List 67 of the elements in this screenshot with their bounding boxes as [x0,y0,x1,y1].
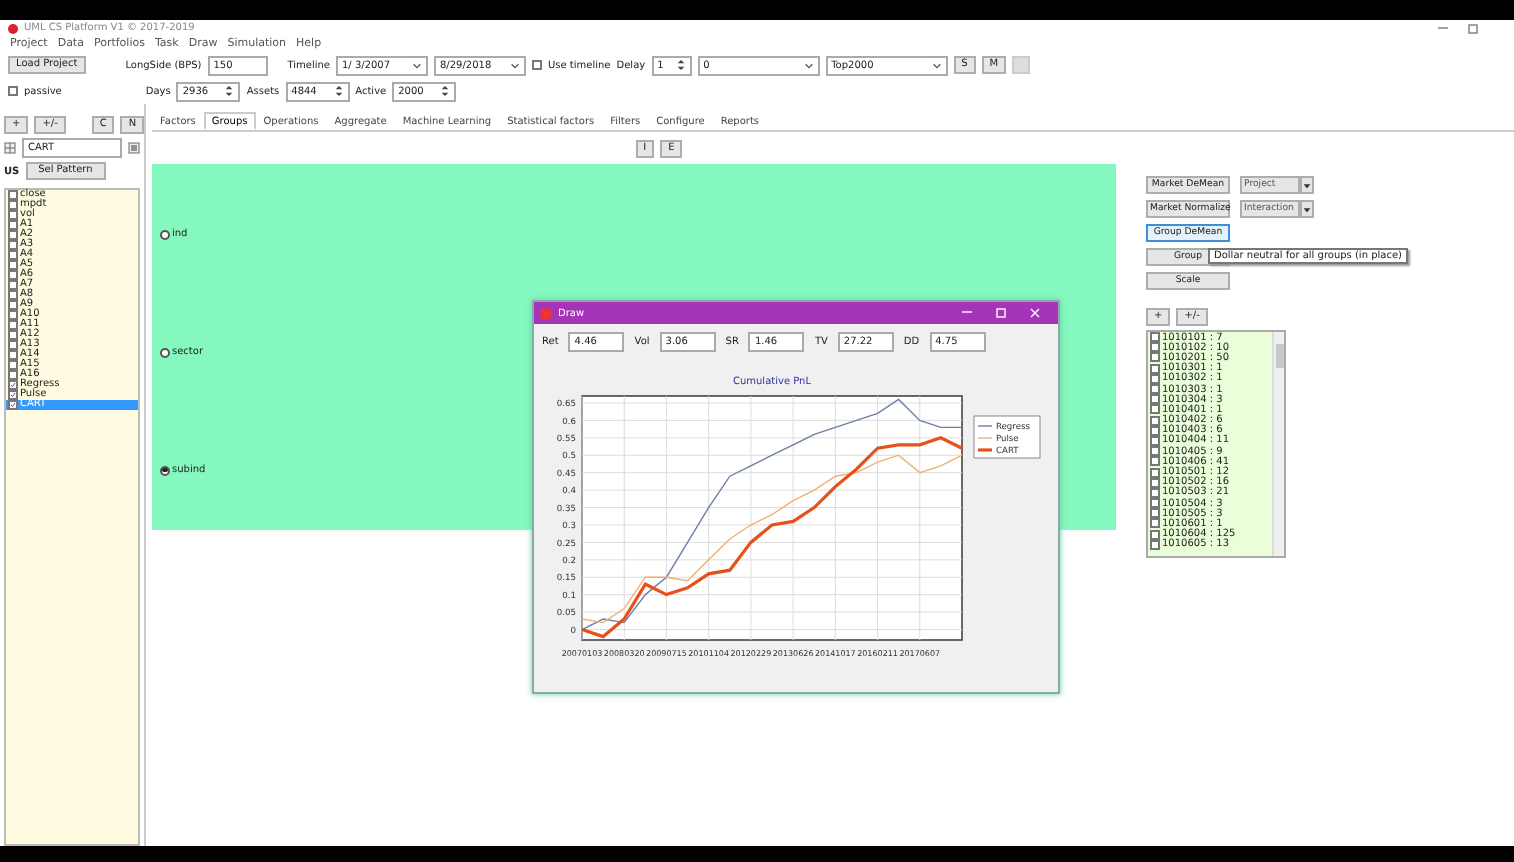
checkbox[interactable] [8,370,18,380]
app-icon [540,307,552,319]
list-icon[interactable] [128,142,140,154]
checkbox[interactable] [1150,435,1160,446]
checkbox[interactable] [1150,384,1160,395]
checkbox[interactable] [8,280,18,290]
legend-box [973,415,1041,459]
spinner-icon[interactable] [224,84,235,98]
checkbox[interactable] [1150,477,1160,488]
checkbox[interactable] [8,200,18,210]
checkbox[interactable] [8,250,18,260]
checkbox[interactable] [8,240,18,250]
caret-icon [510,61,520,69]
checkbox[interactable] [8,330,18,340]
checkbox[interactable] [8,360,18,370]
minimize-icon[interactable] [1438,23,1448,31]
checkbox[interactable] [1150,518,1160,529]
checkbox[interactable] [1150,425,1160,436]
checkbox[interactable] [8,220,18,230]
spinner-icon[interactable] [675,58,686,72]
checkbox[interactable] [8,320,18,330]
checkbox[interactable] [1150,352,1160,363]
spinner-icon[interactable] [333,84,344,98]
radio-button[interactable] [160,347,170,357]
checkbox[interactable] [1150,487,1160,498]
checkbox[interactable] [1150,539,1160,550]
checkbox[interactable] [8,86,18,96]
caret-icon [931,61,942,69]
checkbox[interactable] [1150,342,1160,353]
checkbox[interactable] [8,290,18,300]
checkbox[interactable] [1150,467,1160,478]
checkbox[interactable] [1150,508,1160,519]
checkbox[interactable] [8,400,18,410]
checkbox[interactable] [8,260,18,270]
checkbox[interactable] [8,230,18,240]
checkbox[interactable] [8,210,18,220]
checkbox[interactable] [1150,404,1160,415]
caret-icon [803,61,814,69]
close-icon[interactable] [1030,308,1040,318]
maximize-icon[interactable] [1468,23,1478,33]
spinner-icon[interactable] [440,84,451,98]
checkbox[interactable] [8,300,18,310]
checkbox[interactable] [1150,446,1160,457]
checkbox[interactable] [1150,394,1160,405]
checkbox[interactable] [532,60,542,70]
checkbox[interactable] [1150,415,1160,426]
checkbox[interactable] [1150,363,1160,374]
radio-button[interactable] [160,465,170,475]
checkbox[interactable] [1150,373,1160,384]
scrollbar[interactable] [1272,332,1284,556]
caret-icon [412,61,422,69]
grid-icon[interactable] [4,142,16,154]
checkbox[interactable] [8,270,18,280]
checkbox[interactable] [1150,332,1160,343]
checkbox[interactable] [1150,498,1160,509]
checkbox[interactable] [8,390,18,400]
checkbox[interactable] [8,340,18,350]
checkbox[interactable] [8,380,18,390]
dropdown-button[interactable] [1300,176,1314,194]
checkbox[interactable] [8,190,18,200]
checkbox[interactable] [1150,529,1160,540]
app-icon [8,23,18,33]
radio-button[interactable] [160,229,170,239]
checkbox[interactable] [1150,456,1160,467]
checkbox[interactable] [8,350,18,360]
checkbox[interactable] [8,310,18,320]
dropdown-button[interactable] [1300,200,1314,218]
